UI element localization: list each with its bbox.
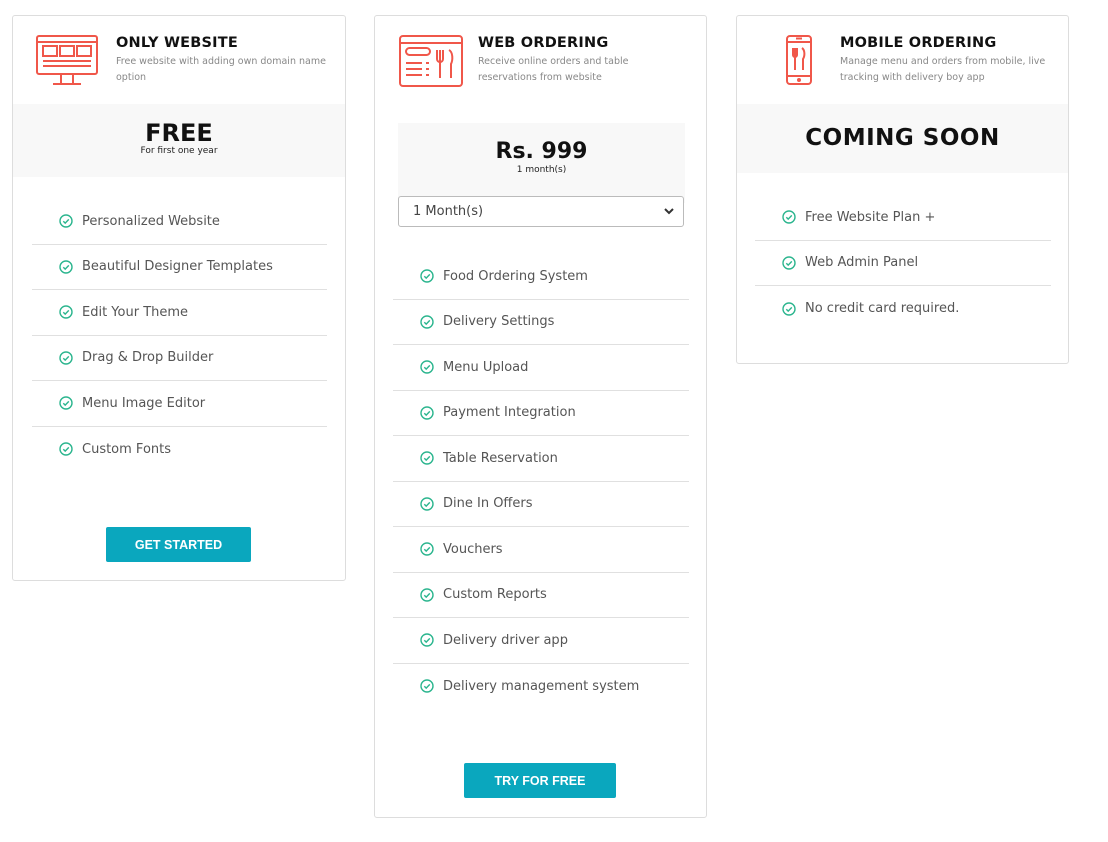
feature-label: Custom Fonts (82, 441, 172, 457)
mobile-ordering-icon (786, 35, 812, 85)
price-band: FREE For first one year (13, 104, 345, 177)
feature-label: Free Website Plan + (805, 209, 936, 225)
plan-description: Manage menu and orders from mobile, live… (840, 56, 1046, 83)
check-circle-icon (420, 633, 434, 647)
plan-title: WEB ORDERING (478, 35, 609, 51)
feature-item: Menu Upload (393, 345, 689, 391)
feature-item: No credit card required. (755, 286, 1051, 332)
feature-item: Free Website Plan + (755, 195, 1051, 241)
feature-item: Personalized Website (32, 199, 327, 245)
feature-label: Food Ordering System (443, 268, 588, 284)
plan-price: COMING SOON (805, 125, 1000, 151)
plan-description: Free website with adding own domain name… (116, 56, 326, 83)
check-circle-icon (420, 269, 434, 283)
check-circle-icon (59, 260, 73, 274)
feature-label: Beautiful Designer Templates (82, 259, 273, 275)
check-circle-icon (420, 588, 434, 602)
duration-select-value: 1 Month(s) (413, 204, 484, 219)
price-band: COMING SOON (737, 104, 1068, 173)
feature-item: Delivery driver app (393, 618, 689, 664)
check-circle-icon (782, 210, 796, 224)
check-circle-icon (782, 256, 796, 270)
price-band: Rs. 999 1 month(s) (398, 123, 685, 203)
check-circle-icon (59, 442, 73, 456)
feature-label: Web Admin Panel (805, 255, 919, 271)
feature-label: Delivery driver app (443, 632, 568, 648)
check-circle-icon (782, 302, 796, 316)
feature-item: Payment Integration (393, 391, 689, 436)
feature-item: Drag & Drop Builder (32, 336, 327, 381)
feature-label: No credit card required. (805, 301, 960, 317)
feature-item: Dine In Offers (393, 482, 689, 527)
check-circle-icon (59, 214, 73, 228)
plan-card-only-website: ONLY WEBSITE Free website with adding ow… (12, 15, 346, 581)
feature-item: Custom Fonts (32, 427, 327, 473)
plan-card-web-ordering: WEB ORDERING Receive online orders and t… (374, 15, 707, 818)
plan-title: MOBILE ORDERING (840, 35, 997, 51)
monitor-icon (36, 35, 98, 85)
feature-item: Table Reservation (393, 436, 689, 482)
feature-item: Edit Your Theme (32, 290, 327, 336)
feature-label: Delivery management system (443, 678, 640, 694)
feature-label: Dine In Offers (443, 496, 533, 512)
check-circle-icon (420, 360, 434, 374)
check-circle-icon (420, 542, 434, 556)
get-started-button[interactable]: GET STARTED (106, 527, 251, 562)
plan-card-mobile-ordering: MOBILE ORDERING Manage menu and orders f… (736, 15, 1069, 364)
feature-item: Custom Reports (393, 573, 689, 618)
check-circle-icon (420, 315, 434, 329)
feature-label: Custom Reports (443, 587, 547, 603)
plan-price: Rs. 999 (495, 139, 588, 164)
feature-list: Personalized Website Beautiful Designer … (32, 199, 327, 472)
check-circle-icon (59, 305, 73, 319)
feature-list: Free Website Plan + Web Admin Panel No c… (755, 195, 1051, 332)
plan-price: FREE (145, 119, 213, 147)
feature-label: Drag & Drop Builder (82, 350, 214, 366)
duration-select[interactable]: 1 Month(s) (398, 196, 684, 227)
feature-label: Menu Upload (443, 359, 529, 375)
price-note: For first one year (140, 146, 218, 156)
feature-item: Vouchers (393, 527, 689, 573)
feature-label: Menu Image Editor (82, 395, 206, 411)
feature-label: Edit Your Theme (82, 304, 189, 320)
feature-label: Payment Integration (443, 405, 576, 421)
check-circle-icon (59, 351, 73, 365)
feature-item: Delivery Settings (393, 300, 689, 345)
check-circle-icon (420, 497, 434, 511)
chevron-down-icon (664, 208, 674, 215)
price-note: 1 month(s) (516, 165, 567, 175)
feature-item: Menu Image Editor (32, 381, 327, 427)
feature-item: Delivery management system (393, 664, 689, 710)
plan-description: Receive online orders and table reservat… (478, 56, 629, 83)
feature-label: Personalized Website (82, 213, 220, 229)
check-circle-icon (420, 406, 434, 420)
feature-list: Food Ordering System Delivery Settings M… (393, 254, 689, 709)
feature-item: Beautiful Designer Templates (32, 245, 327, 290)
feature-label: Vouchers (443, 541, 503, 557)
feature-item: Web Admin Panel (755, 241, 1051, 286)
plan-title: ONLY WEBSITE (116, 35, 238, 51)
try-for-free-button[interactable]: TRY FOR FREE (464, 763, 616, 798)
feature-label: Delivery Settings (443, 314, 555, 330)
web-ordering-icon (399, 35, 463, 87)
check-circle-icon (420, 451, 434, 465)
feature-label: Table Reservation (443, 450, 558, 466)
check-circle-icon (59, 396, 73, 410)
check-circle-icon (420, 679, 434, 693)
feature-item: Food Ordering System (393, 254, 689, 300)
